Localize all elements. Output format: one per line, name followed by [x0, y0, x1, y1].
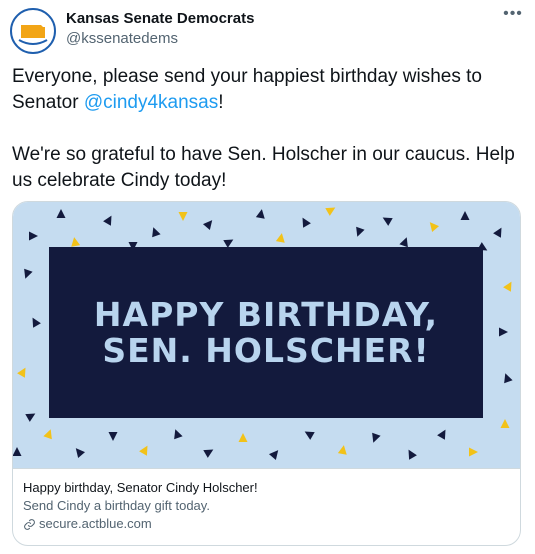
confetti-triangle [103, 215, 112, 226]
confetti-triangle [356, 226, 365, 237]
confetti-triangle [56, 209, 66, 218]
confetti-triangle [238, 433, 248, 442]
tweet-text: Everyone, please send your happiest birt… [12, 64, 517, 194]
link-icon [24, 518, 35, 530]
tweet-paragraph-2: We're so grateful to have Sen. Holscher … [12, 144, 515, 191]
tweet-text-after-mention: ! [218, 92, 224, 113]
card-domain[interactable]: secure.actblue.com [23, 515, 510, 533]
confetti-triangle [382, 217, 393, 226]
confetti-triangle [13, 447, 22, 456]
confetti-triangle [337, 445, 347, 455]
confetti-triangle [139, 445, 148, 456]
confetti-triangle [399, 237, 408, 248]
link-card[interactable]: HAPPY BIRTHDAY, SEN. HOLSCHER! Happy bir… [12, 201, 521, 546]
card-title[interactable]: Happy birthday, Senator Cindy Holscher! [23, 479, 510, 497]
author-handle[interactable]: @kssenatedems [66, 30, 178, 47]
confetti-triangle [24, 268, 33, 279]
confetti-triangle [500, 419, 510, 428]
confetti-triangle [408, 449, 417, 460]
confetti-triangle [178, 212, 188, 221]
card-image[interactable]: HAPPY BIRTHDAY, SEN. HOLSCHER! [13, 202, 520, 468]
confetti-triangle [302, 217, 311, 228]
confetti-triangle [372, 432, 381, 443]
confetti-triangle [275, 233, 285, 243]
confetti-triangle [460, 211, 470, 220]
confetti-triangle [304, 431, 315, 440]
author-name[interactable]: Kansas Senate Democrats [66, 10, 254, 27]
card-domain-text: secure.actblue.com [39, 516, 152, 531]
confetti-triangle [429, 222, 440, 232]
confetti-triangle [503, 281, 512, 292]
confetti-triangle [268, 450, 279, 460]
avatar[interactable] [10, 8, 56, 54]
banner-line-2: SEN. HOLSCHER! [102, 330, 430, 370]
confetti-triangle [504, 373, 513, 384]
confetti-triangle [255, 209, 265, 219]
confetti-triangle [202, 220, 213, 230]
tweet-paragraph-1: Everyone, please send your happiest birt… [12, 64, 517, 116]
confetti-triangle [499, 327, 508, 337]
mention-link[interactable]: @cindy4kansas [84, 92, 218, 113]
confetti-triangle [493, 227, 502, 238]
confetti-triangle [152, 227, 161, 238]
kansas-logo-icon [13, 11, 53, 51]
confetti-triangle [29, 231, 38, 241]
tweet: Kansas Senate Democrats @kssenatedems ••… [0, 0, 535, 554]
card-description: Send Cindy a birthday gift today. [23, 498, 210, 513]
confetti-triangle [203, 449, 214, 458]
confetti-triangle [75, 448, 86, 458]
birthday-banner: HAPPY BIRTHDAY, SEN. HOLSCHER! [49, 247, 483, 418]
confetti-triangle [71, 237, 81, 247]
confetti-triangle [108, 432, 118, 441]
confetti-triangle [43, 429, 52, 440]
confetti-triangle [17, 367, 26, 378]
confetti-triangle [174, 429, 183, 440]
more-dots-icon[interactable]: ••• [500, 4, 526, 24]
confetti-triangle [32, 317, 41, 328]
banner-line-1: HAPPY BIRTHDAY, [93, 294, 439, 334]
confetti-triangle [325, 207, 336, 216]
confetti-triangle [469, 447, 478, 457]
confetti-triangle [437, 429, 446, 440]
tweet-text-before-mention: Everyone, please send your happiest birt… [12, 66, 482, 113]
card-meta[interactable]: Happy birthday, Senator Cindy Holscher! … [13, 468, 520, 545]
confetti-triangle [25, 413, 36, 422]
